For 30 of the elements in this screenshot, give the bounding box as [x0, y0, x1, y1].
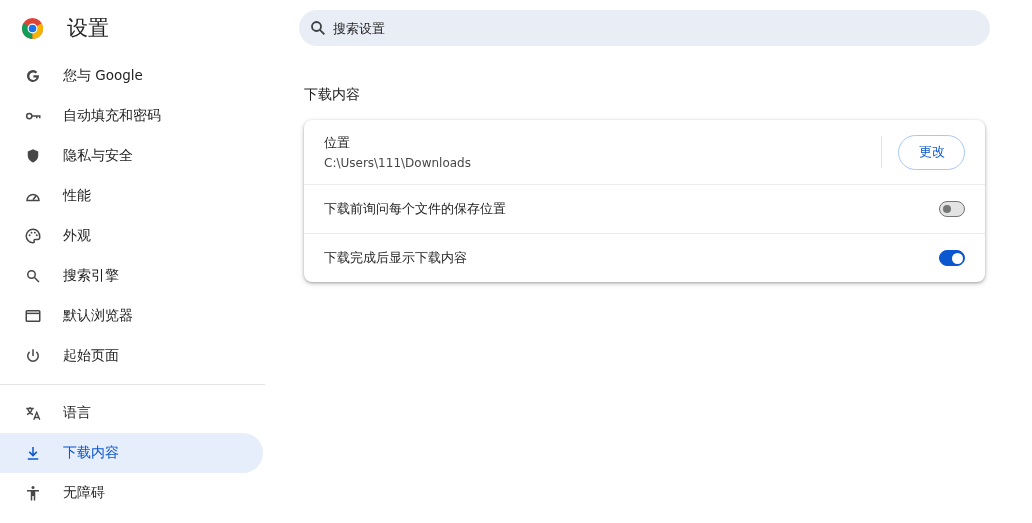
sidebar-item[interactable]: 起始页面: [0, 336, 263, 376]
sidebar-item[interactable]: 隐私与安全: [0, 136, 263, 176]
page-title: 设置: [67, 15, 109, 42]
folder-path: C:\Users\111\Downloads: [324, 156, 472, 170]
palette-icon: [24, 227, 42, 245]
search-icon: [24, 267, 42, 285]
search-icon: [309, 19, 327, 37]
sidebar-item[interactable]: 性能: [0, 176, 263, 216]
setting-label: 下载完成后显示下载内容: [324, 249, 467, 267]
sidebar-item[interactable]: 外观: [0, 216, 263, 256]
translate-icon: [24, 404, 42, 422]
setting-label: 下载前询问每个文件的保存位置: [324, 200, 506, 218]
search-field[interactable]: 搜索设置: [299, 10, 990, 46]
change-button[interactable]: 更改: [898, 134, 965, 170]
sidebar-item[interactable]: 您与 Google: [0, 56, 263, 96]
sidebar-item[interactable]: 语言: [0, 393, 263, 433]
chrome-logo-icon: [21, 16, 44, 40]
accessibility-icon: [24, 484, 42, 502]
section-title: 下载内容: [304, 86, 361, 104]
sidebar-item[interactable]: 无障碍: [0, 473, 263, 513]
sidebar-item[interactable]: 默认浏览器: [0, 296, 263, 336]
setting-label: 位置: [324, 134, 351, 152]
toggle-switch[interactable]: [939, 201, 965, 217]
power-icon: [24, 347, 42, 365]
browser-window-icon: [24, 307, 42, 325]
sidebar-item[interactable]: 搜索引擎: [0, 256, 263, 296]
g-icon: [24, 67, 42, 85]
sidebar-item[interactable]: 自动填充和密码: [0, 96, 263, 136]
toggle-switch[interactable]: [939, 250, 965, 266]
sidebar-item[interactable]: 下载内容: [0, 433, 263, 473]
